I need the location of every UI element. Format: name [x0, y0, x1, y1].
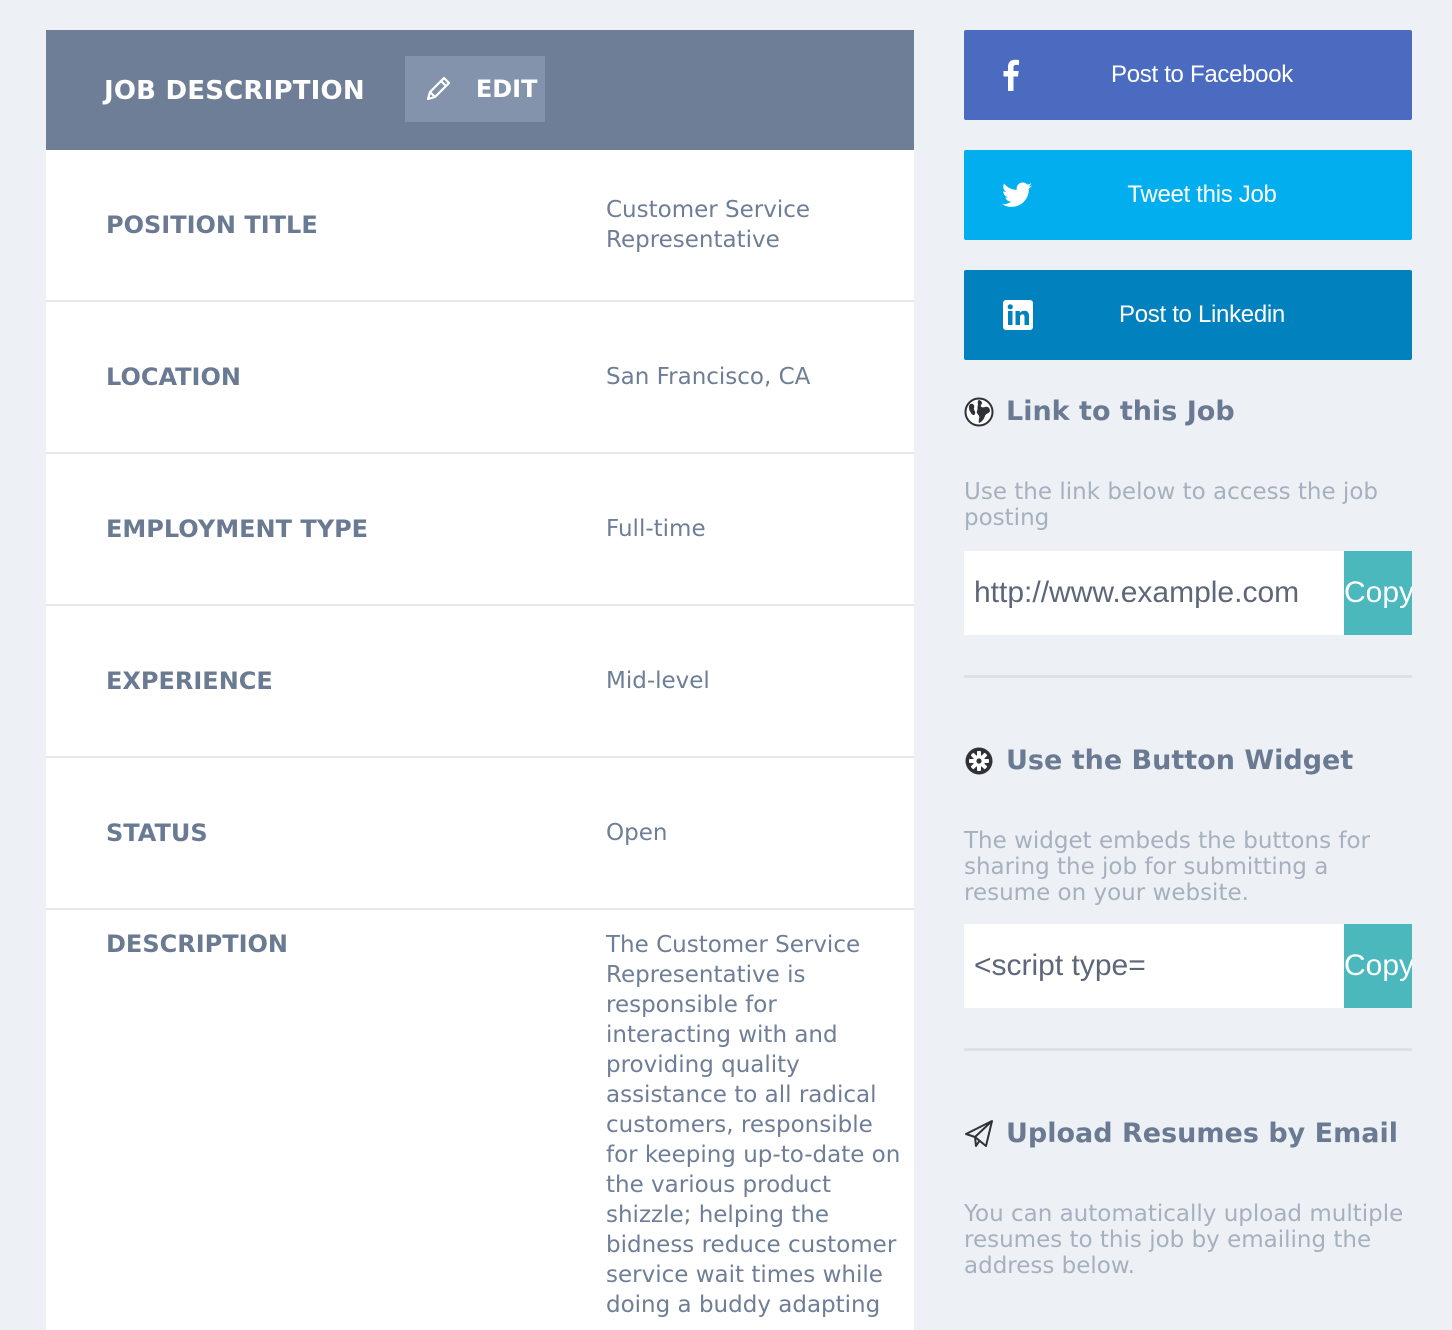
link-section-title: Link to this Job — [1006, 396, 1235, 427]
job-link-field: Copy — [964, 551, 1412, 635]
widget-section-heading: Use the Button Widget — [964, 745, 1412, 776]
email-section-description: You can automatically upload multiple re… — [964, 1201, 1404, 1279]
share-sidebar: Post to Facebook Tweet this Job Post to … — [964, 30, 1412, 1279]
field-label: EXPERIENCE — [106, 667, 273, 695]
twitter-icon — [1002, 150, 1032, 240]
email-section-title: Upload Resumes by Email — [1006, 1118, 1398, 1149]
field-value: San Francisco, CA — [606, 364, 811, 390]
section-divider — [964, 675, 1412, 678]
field-value: Open — [606, 820, 668, 846]
post-to-facebook-button[interactable]: Post to Facebook — [964, 30, 1412, 120]
section-divider — [964, 1048, 1412, 1051]
field-label: LOCATION — [106, 363, 241, 391]
widget-section-description: The widget embeds the buttons for sharin… — [964, 828, 1371, 906]
post-to-linkedin-button[interactable]: Post to Linkedin — [964, 270, 1412, 360]
paper-plane-icon — [964, 1119, 994, 1149]
field-row-status: STATUS Open — [46, 758, 914, 910]
facebook-icon — [1002, 30, 1020, 120]
field-label: POSITION TITLE — [106, 211, 318, 239]
field-label: DESCRIPTION — [106, 930, 289, 958]
job-link-input[interactable] — [964, 551, 1344, 635]
field-row-description: DESCRIPTION The Customer Service Represe… — [46, 910, 914, 1320]
field-row-experience: EXPERIENCE Mid-level — [46, 606, 914, 758]
link-section-description: Use the link below to access the job pos… — [964, 479, 1378, 531]
copy-link-button[interactable]: Copy — [1344, 551, 1412, 635]
tweet-job-button[interactable]: Tweet this Job — [964, 150, 1412, 240]
copy-widget-button[interactable]: Copy — [1344, 924, 1412, 1008]
field-label: STATUS — [106, 819, 208, 847]
email-section-heading: Upload Resumes by Email — [964, 1118, 1412, 1149]
field-label: EMPLOYMENT TYPE — [106, 515, 369, 543]
gear-icon — [964, 746, 994, 776]
field-value: Customer Service Representative — [606, 197, 811, 253]
field-value: Full-time — [606, 516, 706, 542]
edit-label: EDIT — [475, 75, 538, 103]
card-header: JOB DESCRIPTION EDIT — [46, 30, 914, 150]
field-row-location: LOCATION San Francisco, CA — [46, 302, 914, 454]
job-description-card: JOB DESCRIPTION EDIT POSITION TITLE Cust… — [46, 30, 914, 1330]
pencil-icon — [422, 73, 454, 105]
field-value: Mid-level — [606, 668, 710, 694]
edit-button[interactable]: EDIT — [404, 56, 545, 122]
widget-code-field: Copy — [964, 924, 1412, 1008]
link-section-heading: Link to this Job — [964, 396, 1412, 427]
field-row-position-title: POSITION TITLE Customer Service Represen… — [46, 150, 914, 302]
description-text: The Customer Service Representative is r… — [606, 932, 901, 1318]
linkedin-icon — [1002, 270, 1034, 360]
widget-code-input[interactable] — [964, 924, 1344, 1008]
field-row-employment-type: EMPLOYMENT TYPE Full-time — [46, 454, 914, 606]
widget-section-title: Use the Button Widget — [1006, 745, 1354, 776]
globe-icon — [964, 397, 994, 427]
facebook-label: Post to Facebook — [1111, 61, 1293, 88]
card-title: JOB DESCRIPTION — [104, 76, 365, 106]
